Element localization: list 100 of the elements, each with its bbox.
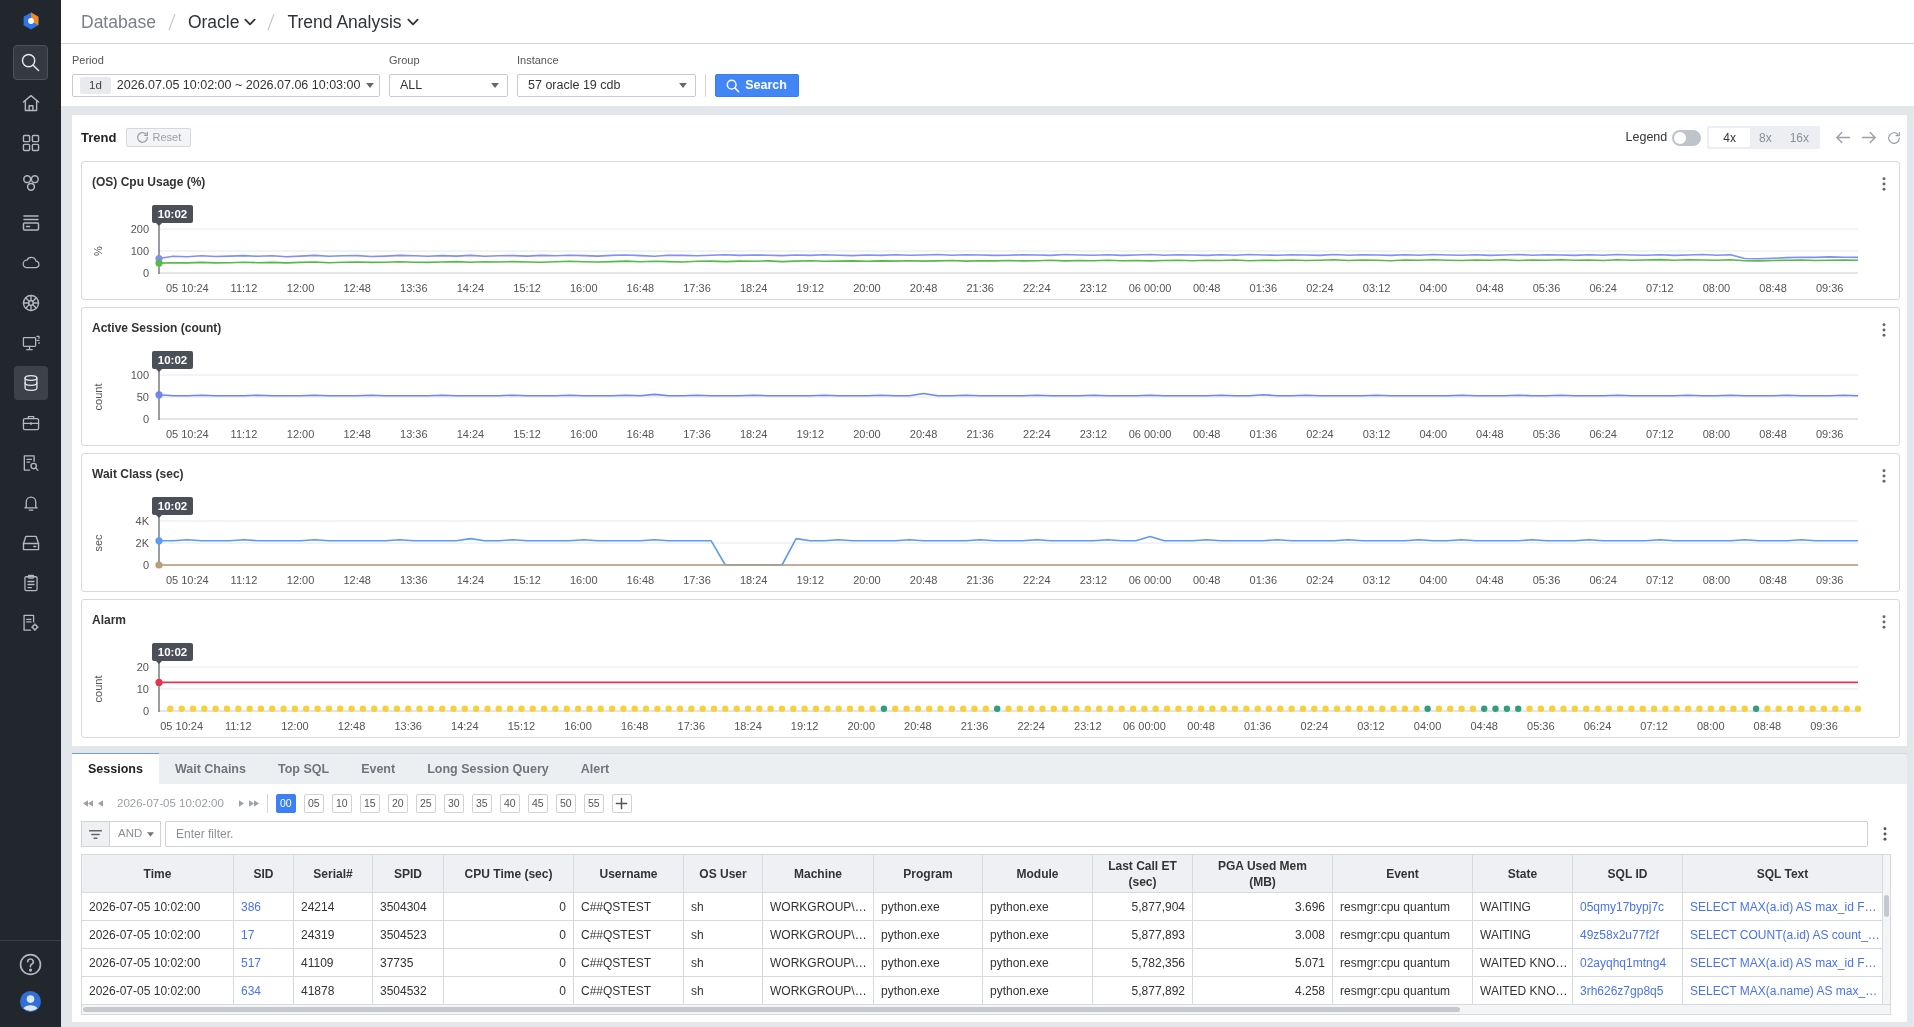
table-cell: python.exe: [873, 892, 983, 921]
clipboard-icon[interactable]: [22, 575, 39, 591]
zoom-option[interactable]: 8x: [1749, 128, 1781, 147]
search-button[interactable]: [13, 45, 48, 80]
table-link[interactable]: SELECT MAX(a.name) AS max_…: [1690, 983, 1878, 998]
minute-button[interactable]: 50: [555, 794, 576, 813]
help-icon[interactable]: [20, 954, 41, 975]
x-tick-label: 20:48: [904, 720, 932, 732]
table-link[interactable]: 386: [241, 899, 262, 914]
minute-button[interactable]: 20: [387, 794, 408, 813]
minute-button[interactable]: 40: [499, 794, 520, 813]
refresh-icon[interactable]: [1888, 131, 1900, 144]
minute-button[interactable]: 15: [359, 794, 380, 813]
add-button[interactable]: [611, 794, 632, 813]
table-link[interactable]: 3rh626z7gp8q5: [1580, 983, 1664, 998]
x-tick-label: 18:24: [739, 428, 768, 440]
filter-button[interactable]: [81, 821, 109, 847]
home-icon[interactable]: [22, 95, 39, 111]
x-tick-label: 04:48: [1470, 720, 1498, 732]
app-logo[interactable]: [21, 12, 40, 30]
table-link[interactable]: 05qmy17bypj7c: [1580, 899, 1665, 914]
minute-button[interactable]: 05: [303, 794, 324, 813]
minute-button[interactable]: 55: [583, 794, 604, 813]
tab[interactable]: Event: [345, 753, 412, 784]
table-link[interactable]: SELECT COUNT(a.id) AS count_…: [1690, 927, 1880, 942]
zoom-option[interactable]: 4x: [1709, 128, 1750, 147]
triangle-left-icon[interactable]: [98, 800, 103, 807]
legend-toggle[interactable]: [1672, 129, 1702, 146]
caret-icon: [679, 83, 687, 88]
x-tick-label: 12:00: [281, 720, 309, 732]
x-tick-label: 06 00:00: [1128, 428, 1172, 440]
x-tick-label: 17:36: [683, 428, 711, 440]
x-tick-label: 09:36: [1815, 282, 1844, 294]
minute-button[interactable]: 10: [331, 794, 352, 813]
three-circles-icon[interactable]: [22, 175, 39, 191]
x-tick-label: 20:00: [853, 574, 881, 586]
table-link[interactable]: SELECT MAX(a.id) AS max_id F…: [1690, 955, 1877, 970]
server-stack-icon[interactable]: [22, 215, 39, 231]
scrollbar-thumb[interactable]: [1884, 895, 1889, 917]
x-tick-label: 12:48: [343, 282, 371, 294]
document-gear-icon[interactable]: [22, 615, 39, 631]
minute-button[interactable]: 30: [443, 794, 464, 813]
tab[interactable]: Alert: [564, 753, 626, 784]
fast-forward-icon[interactable]: [248, 800, 259, 807]
table-link[interactable]: 49z58x2u77f2f: [1580, 927, 1659, 942]
filter-input[interactable]: Enter filter.: [165, 821, 1868, 847]
table-link[interactable]: 634: [241, 983, 262, 998]
x-tick-label: 11:12: [224, 720, 252, 732]
arrow-left-icon[interactable]: [1836, 132, 1850, 143]
breadcrumb-dropdown[interactable]: Oracle: [187, 10, 256, 33]
axis-title: sec: [92, 534, 104, 552]
y-tick-label: 2K: [135, 537, 149, 549]
monitor-icon[interactable]: [22, 335, 39, 351]
document-search-icon[interactable]: [22, 455, 39, 471]
briefcase-icon[interactable]: [22, 415, 39, 431]
rewind-icon[interactable]: [83, 800, 93, 807]
y-tick-label: 100: [130, 245, 149, 257]
grid-icon[interactable]: [22, 135, 39, 151]
kebab-menu-icon[interactable]: [1882, 469, 1886, 483]
ship-wheel-icon[interactable]: [22, 295, 39, 311]
y-tick-label: 10: [136, 683, 149, 695]
period-select[interactable]: 1d 2026.07.05 10:02:00 ~ 2026.07.06 10:03:00: [72, 74, 380, 97]
kebab-menu-icon[interactable]: [1882, 615, 1886, 629]
scrollbar-thumb[interactable]: [83, 1007, 1460, 1012]
x-tick-label: 15:12: [507, 720, 536, 732]
table-link[interactable]: 17: [241, 927, 255, 942]
tab[interactable]: Long Session Query: [411, 753, 565, 784]
minute-button[interactable]: 45: [527, 794, 548, 813]
tab[interactable]: Top SQL: [261, 753, 346, 784]
x-tick-label: 13:36: [400, 428, 428, 440]
table-link[interactable]: 02ayqhq1mtng4: [1580, 955, 1667, 970]
breadcrumb-dropdown[interactable]: Trend Analysis: [287, 10, 418, 33]
x-tick-label: 04:48: [1476, 282, 1504, 294]
x-tick-label: 05 10:24: [165, 428, 209, 440]
search-button[interactable]: Search: [715, 74, 799, 97]
operator-select[interactable]: AND: [109, 821, 161, 847]
kebab-menu-icon[interactable]: [1882, 177, 1886, 191]
tab[interactable]: Sessions: [72, 753, 159, 784]
minute-button[interactable]: 25: [415, 794, 436, 813]
zoom-option[interactable]: 16x: [1780, 128, 1818, 147]
group-select[interactable]: ALL: [389, 74, 508, 97]
minute-button[interactable]: 00: [275, 794, 296, 813]
avatar[interactable]: [20, 991, 41, 1012]
column-header: Program: [873, 854, 983, 893]
table-link[interactable]: SELECT MAX(a.id) AS max_id F…: [1690, 899, 1877, 914]
hard-drive-icon[interactable]: [22, 535, 39, 551]
cloud-icon[interactable]: [22, 255, 39, 271]
y-tick-label: 200: [130, 223, 149, 235]
kebab-menu-icon[interactable]: [1883, 827, 1887, 841]
nav-item[interactable]: [13, 366, 48, 400]
bell-icon[interactable]: [22, 495, 39, 511]
y-tick-label: 20: [136, 661, 149, 673]
tab[interactable]: Wait Chains: [158, 753, 262, 784]
minute-button[interactable]: 35: [471, 794, 492, 813]
triangle-right-icon[interactable]: [238, 800, 244, 807]
table-link[interactable]: 517: [241, 955, 262, 970]
instance-select[interactable]: 57 oracle 19 cdb: [517, 74, 696, 97]
table-cell: C##QSTEST: [573, 976, 684, 1005]
kebab-menu-icon[interactable]: [1882, 323, 1886, 337]
arrow-right-icon[interactable]: [1862, 132, 1876, 143]
